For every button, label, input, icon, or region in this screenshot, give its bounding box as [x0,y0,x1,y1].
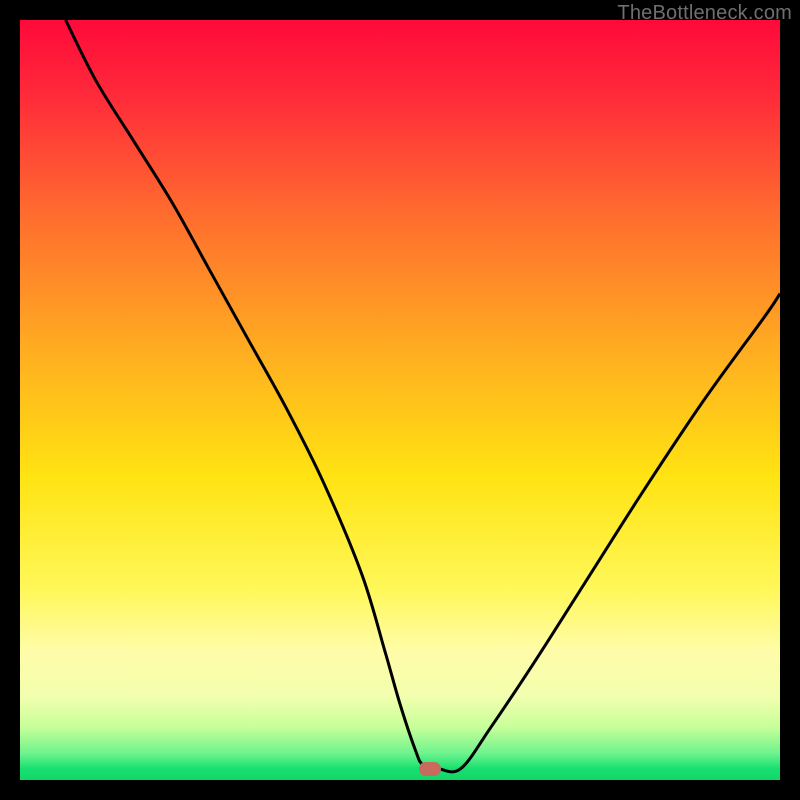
bottleneck-curve [66,20,780,772]
chart-frame: TheBottleneck.com [0,0,800,800]
optimal-point-marker [419,762,441,776]
curve-layer [20,20,780,780]
plot-area [20,20,780,780]
